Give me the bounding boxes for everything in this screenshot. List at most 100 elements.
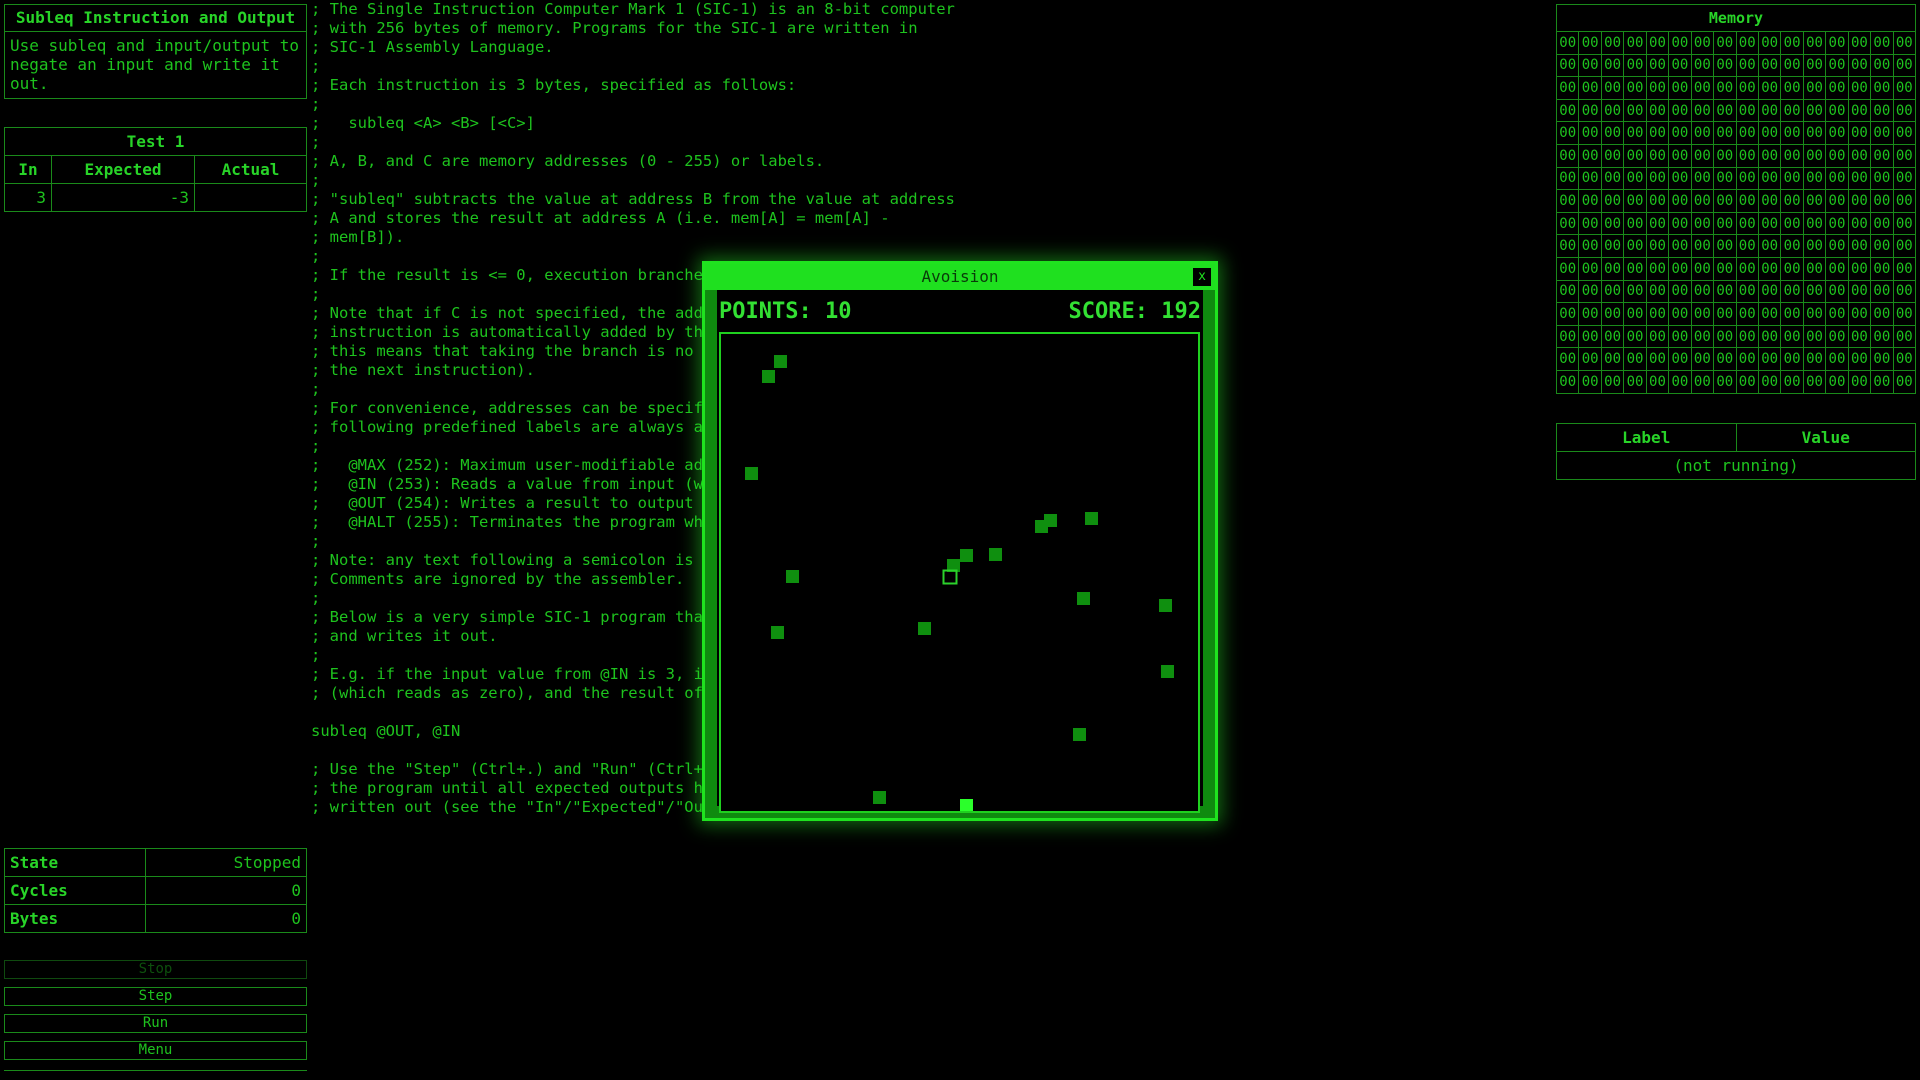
memory-cell: 00 [1847, 121, 1872, 145]
memory-cell: 00 [1825, 76, 1849, 100]
memory-row: 00 00 00 00 00 00 00 00 00 00 00 00 00 00 00 00 [1555, 31, 1917, 55]
memory-cell: 00 [1713, 369, 1737, 394]
memory-cell: 00 [1892, 121, 1917, 145]
memory-cell: 00 [1892, 166, 1917, 191]
memory-cell: 00 [1757, 76, 1782, 100]
memory-cell: 00 [1870, 234, 1894, 258]
memory-cell: 00 [1780, 189, 1804, 213]
code-line: ; [311, 171, 321, 189]
memory-cell: 00 [1892, 302, 1917, 326]
stop-button[interactable]: Stop [4, 960, 307, 979]
memory-cell: 00 [1600, 369, 1625, 394]
memory-cell: 00 [1600, 121, 1625, 145]
memory-cell: 00 [1668, 31, 1692, 55]
memory-cell: 00 [1780, 31, 1804, 55]
memory-row: 00 00 00 00 00 00 00 00 00 00 00 00 00 00 00 00 [1555, 324, 1917, 349]
memory-cell: 00 [1645, 189, 1670, 213]
step-button[interactable]: Step [4, 987, 307, 1006]
memory-cell: 00 [1847, 256, 1872, 281]
memory-cell: 00 [1690, 31, 1715, 55]
divider [4, 1070, 307, 1071]
memory-cell: 00 [1757, 143, 1782, 168]
memory-cell: 00 [1690, 98, 1715, 123]
memory-cell: 00 [1780, 166, 1804, 191]
memory-cell: 00 [1555, 279, 1580, 304]
memory-cell: 00 [1713, 302, 1737, 326]
memory-cell: 00 [1802, 234, 1827, 258]
memory-row: 00 00 00 00 00 00 00 00 00 00 00 00 00 00 00 00 [1555, 143, 1917, 168]
memory-cell: 00 [1623, 76, 1647, 100]
memory-panel: Memory 00 00 00 00 00 00 00 00 00 00 00 00 00 00 00 00 0… [1555, 4, 1917, 394]
dialog-title: Avoision [921, 267, 999, 286]
test-cell-in: 3 [4, 183, 52, 212]
memory-cell: 00 [1780, 121, 1804, 145]
menu-button[interactable]: Menu [4, 1041, 307, 1060]
memory-cell: 00 [1825, 369, 1849, 394]
close-button[interactable]: x [1193, 268, 1211, 286]
memory-cell: 00 [1600, 76, 1625, 100]
value-header: Value [1735, 423, 1916, 452]
memory-cell: 00 [1757, 211, 1782, 236]
code-line: ; Each instruction is 3 bytes, specified… [311, 76, 797, 94]
memory-cell: 00 [1757, 347, 1782, 371]
memory-cell: 00 [1645, 166, 1670, 191]
memory-cell: 00 [1600, 31, 1625, 55]
memory-cell: 00 [1600, 98, 1625, 123]
memory-cell: 00 [1802, 143, 1827, 168]
memory-cell: 00 [1600, 53, 1625, 78]
memory-cell: 00 [1600, 302, 1625, 326]
game-playfield[interactable] [719, 332, 1200, 813]
memory-cell: 00 [1825, 189, 1849, 213]
memory-cell: 00 [1825, 347, 1849, 371]
memory-cell: 00 [1870, 98, 1894, 123]
memory-cell: 00 [1802, 324, 1827, 349]
memory-cell: 00 [1690, 279, 1715, 304]
memory-cell: 00 [1690, 256, 1715, 281]
memory-cell: 00 [1847, 347, 1872, 371]
memory-cell: 00 [1802, 53, 1827, 78]
memory-cell: 00 [1578, 121, 1602, 145]
memory-cell: 00 [1623, 31, 1647, 55]
memory-cell: 00 [1600, 189, 1625, 213]
memory-cell: 00 [1623, 166, 1647, 191]
memory-cell: 00 [1735, 166, 1759, 191]
memory-cell: 00 [1847, 76, 1872, 100]
memory-cell: 00 [1713, 324, 1737, 349]
memory-cell: 00 [1870, 279, 1894, 304]
memory-cell: 00 [1735, 76, 1759, 100]
memory-cell: 00 [1802, 369, 1827, 394]
memory-cell: 00 [1623, 189, 1647, 213]
memory-cell: 00 [1713, 256, 1737, 281]
test-cell-expected: -3 [51, 183, 195, 212]
memory-cell: 00 [1578, 31, 1602, 55]
memory-cell: 00 [1825, 256, 1849, 281]
enemy-block [960, 549, 973, 562]
memory-cell: 00 [1713, 53, 1737, 78]
memory-cell: 00 [1645, 53, 1670, 78]
memory-cell: 00 [1645, 143, 1670, 168]
memory-cell: 00 [1825, 143, 1849, 168]
run-button[interactable]: Run [4, 1014, 307, 1033]
memory-cell: 00 [1870, 324, 1894, 349]
memory-cell: 00 [1668, 98, 1692, 123]
memory-cell: 00 [1623, 143, 1647, 168]
memory-cell: 00 [1713, 211, 1737, 236]
memory-cell: 00 [1735, 256, 1759, 281]
memory-cell: 00 [1802, 166, 1827, 191]
memory-row: 00 00 00 00 00 00 00 00 00 00 00 00 00 00 00 00 [1555, 211, 1917, 236]
memory-cell: 00 [1623, 256, 1647, 281]
memory-cell: 00 [1780, 324, 1804, 349]
memory-cell: 00 [1780, 256, 1804, 281]
memory-cell: 00 [1780, 347, 1804, 371]
memory-cell: 00 [1870, 31, 1894, 55]
memory-row: 00 00 00 00 00 00 00 00 00 00 00 00 00 00 00 00 [1555, 302, 1917, 326]
memory-cell: 00 [1757, 302, 1782, 326]
memory-cell: 00 [1578, 369, 1602, 394]
memory-cell: 00 [1555, 324, 1580, 349]
enemy-block [762, 370, 775, 383]
memory-cell: 00 [1780, 211, 1804, 236]
memory-row: 00 00 00 00 00 00 00 00 00 00 00 00 00 00 00 00 [1555, 166, 1917, 191]
memory-cell: 00 [1578, 347, 1602, 371]
memory-cell: 00 [1600, 279, 1625, 304]
memory-cell: 00 [1847, 189, 1872, 213]
